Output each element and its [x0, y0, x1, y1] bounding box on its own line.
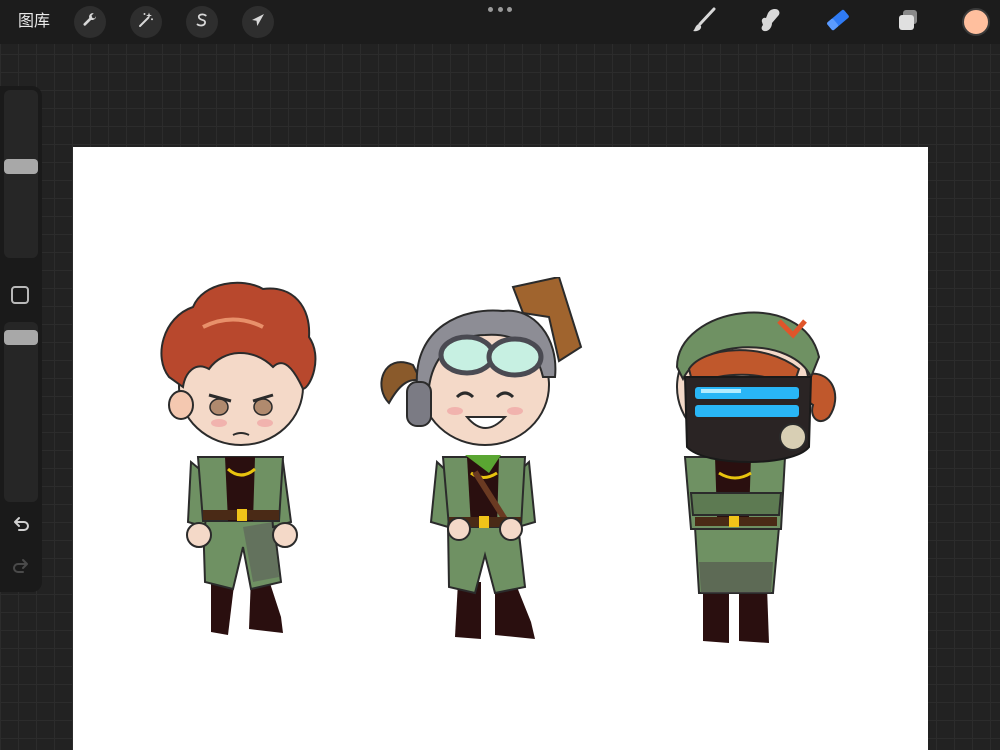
red-hair-character [160, 281, 317, 635]
brush-tool-button[interactable] [688, 6, 720, 38]
eraser-icon [824, 6, 852, 38]
layers-button[interactable] [892, 6, 924, 38]
brush-size-slider[interactable] [4, 90, 38, 258]
eraser-tool-button[interactable] [822, 6, 854, 38]
actions-button[interactable] [74, 6, 106, 38]
adjustments-button[interactable] [130, 6, 162, 38]
top-toolbar: 图库 [0, 0, 1000, 44]
undo-button[interactable] [9, 514, 33, 538]
left-sidebar [0, 86, 42, 592]
selection-s-icon [193, 11, 211, 33]
brush-size-thumb[interactable] [4, 158, 38, 174]
selection-button[interactable] [186, 6, 218, 38]
smudge-icon [756, 6, 784, 38]
more-options-button[interactable] [488, 4, 512, 14]
brush-icon [690, 6, 718, 38]
goggles-character [380, 277, 583, 639]
redo-button[interactable] [9, 556, 33, 580]
magic-wand-icon [137, 11, 155, 33]
square-modify-icon[interactable] [11, 286, 29, 304]
redo-arrow-icon [11, 556, 31, 580]
drawing-canvas[interactable] [73, 147, 928, 750]
dot-icon [497, 6, 503, 12]
wrench-icon [81, 11, 99, 33]
undo-arrow-icon [11, 514, 31, 538]
transform-button[interactable] [242, 6, 274, 38]
smudge-tool-button[interactable] [754, 6, 786, 38]
color-picker-button[interactable] [962, 8, 990, 36]
brush-opacity-thumb[interactable] [4, 330, 38, 346]
gallery-button[interactable]: 图库 [18, 10, 50, 32]
dot-icon [507, 6, 512, 12]
dot-icon [488, 6, 493, 12]
layers-icon [894, 6, 922, 38]
brush-opacity-slider[interactable] [4, 322, 38, 502]
mask-character [675, 311, 837, 643]
arrow-cursor-icon [249, 11, 267, 33]
